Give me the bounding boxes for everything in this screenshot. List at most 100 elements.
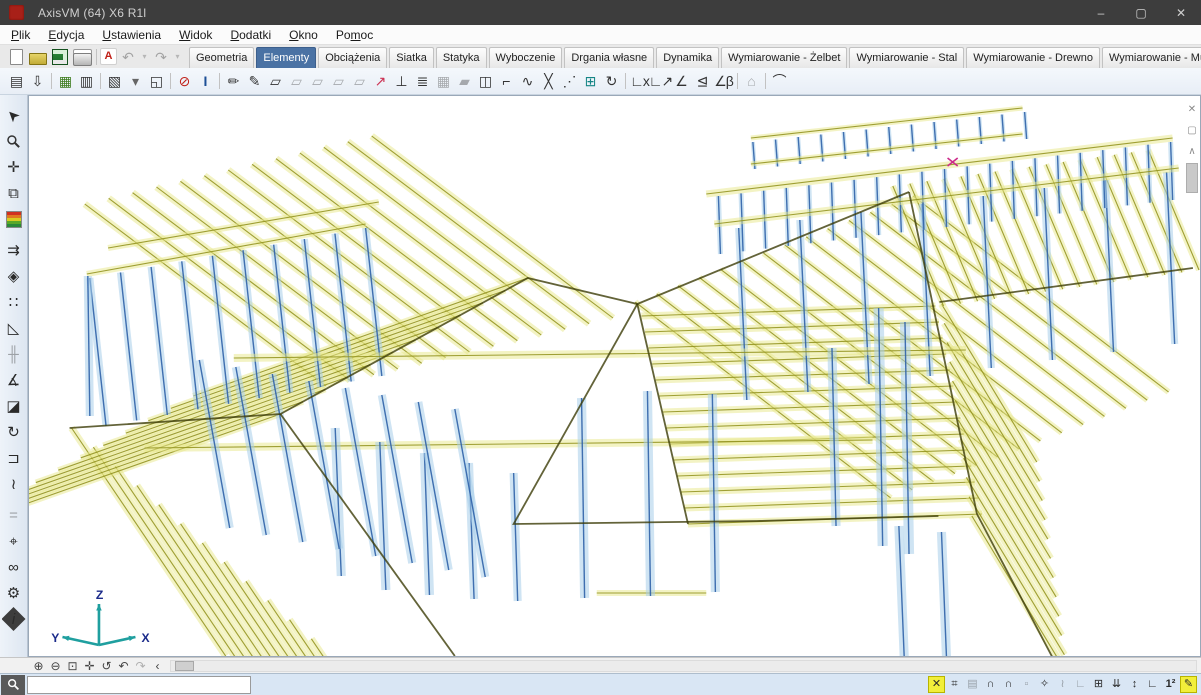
- redo-icon[interactable]: ↷: [150, 47, 172, 67]
- saved-views-icon[interactable]: ◱: [146, 71, 167, 92]
- local-axis-icon[interactable]: ∟: [1144, 676, 1161, 693]
- hscroll-thumb[interactable]: [175, 661, 194, 671]
- path-icon[interactable]: ≀: [2, 472, 26, 496]
- dim-snap-icon[interactable]: ↕: [1126, 676, 1143, 693]
- rib-icon[interactable]: ⌐: [496, 71, 517, 92]
- ucs-rotate-icon[interactable]: ∠: [671, 71, 692, 92]
- menu-edycja[interactable]: Edycja: [39, 25, 93, 44]
- open-folder-icon[interactable]: [27, 47, 49, 67]
- domain-icon[interactable]: ▱: [265, 71, 286, 92]
- gap-icon[interactable]: ╳: [538, 71, 559, 92]
- zoom-fit-icon[interactable]: ⊡: [64, 659, 81, 673]
- roof-truss-icon[interactable]: ⌒: [769, 71, 790, 92]
- tab-wymiarowanie-zelbet[interactable]: Wymiarowanie - Żelbet: [721, 47, 847, 68]
- undo-icon[interactable]: ↶: [117, 47, 139, 67]
- rotate-view-icon[interactable]: ↺: [98, 659, 115, 673]
- tab-wymiarowanie-mur[interactable]: Wymiarowanie - Mur: [1102, 47, 1201, 68]
- tab-wymiarowanie-drewno[interactable]: Wymiarowanie - Drewno: [966, 47, 1100, 68]
- transform-icon[interactable]: ◈: [2, 264, 26, 288]
- building-wizard-icon[interactable]: ⌂: [741, 71, 762, 92]
- redo-caret-icon[interactable]: ▾: [172, 47, 183, 67]
- tab-drgania-wlasne[interactable]: Drgania własne: [564, 47, 654, 68]
- draw-pencil-icon[interactable]: ✏: [223, 71, 244, 92]
- surface-support-icon[interactable]: ▦: [433, 71, 454, 92]
- menu-pomoc[interactable]: Pomoc: [327, 25, 382, 44]
- layer-caret-icon[interactable]: ▾: [125, 71, 146, 92]
- ucs-x-icon[interactable]: ∟x: [629, 71, 650, 92]
- cross-section-icon[interactable]: Ι: [195, 71, 216, 92]
- tab-geometria[interactable]: Geometria: [189, 47, 254, 68]
- report-maker-icon[interactable]: ▥: [76, 71, 97, 92]
- info-icon[interactable]: i: [2, 607, 26, 631]
- domain-union-icon[interactable]: ▱: [328, 71, 349, 92]
- search-input[interactable]: [27, 676, 251, 694]
- edit-plane-icon[interactable]: ◪: [2, 394, 26, 418]
- domain-intersect-icon[interactable]: ▱: [307, 71, 328, 92]
- print-icon[interactable]: [71, 47, 93, 67]
- link-icon[interactable]: ⋰: [559, 71, 580, 92]
- pan-icon[interactable]: ✛: [81, 659, 98, 673]
- tab-obciazenia[interactable]: Obciążenia: [318, 47, 387, 68]
- select-icon[interactable]: ➤: [2, 103, 26, 127]
- collapse-icon[interactable]: ‹: [149, 659, 166, 673]
- arrows-down-icon[interactable]: ⇊: [1108, 676, 1125, 693]
- draw-direct-icon[interactable]: ✎: [244, 71, 265, 92]
- dimension-lines-icon[interactable]: ╫: [2, 342, 26, 366]
- dof-icon[interactable]: ↻: [601, 71, 622, 92]
- new-file-icon[interactable]: [5, 47, 27, 67]
- tab-wymiarowanie-stal[interactable]: Wymiarowanie - Stal: [849, 47, 964, 68]
- viewport-maximize-icon[interactable]: ▢: [1185, 122, 1199, 138]
- extrude-icon[interactable]: ⊐: [2, 446, 26, 470]
- ucs-angle-icon[interactable]: ∠β: [713, 71, 734, 92]
- snap-magnet-icon[interactable]: ∩: [982, 676, 999, 693]
- stories-icon[interactable]: ▤: [6, 71, 27, 92]
- menu-plik[interactable]: Plik: [2, 25, 39, 44]
- box-select-icon[interactable]: ▫: [1018, 676, 1035, 693]
- workplanes-icon[interactable]: ⧉: [2, 181, 26, 205]
- mesh-icon[interactable]: ⊞: [580, 71, 601, 92]
- ucs-move-icon[interactable]: ∟↗: [650, 71, 671, 92]
- viewport-scroll-up-icon[interactable]: ∧: [1185, 143, 1199, 159]
- line-support-icon[interactable]: ≣: [412, 71, 433, 92]
- viewport-canvas[interactable]: ZYX: [29, 96, 1200, 656]
- minimize-button[interactable]: –: [1081, 0, 1121, 25]
- material-icon[interactable]: ⊘: [174, 71, 195, 92]
- horizontal-scrollbar[interactable]: [170, 660, 1197, 672]
- story-level-icon[interactable]: ⇩: [27, 71, 48, 92]
- tab-siatka[interactable]: Siatka: [389, 47, 434, 68]
- menu-dodatki[interactable]: Dodatki: [221, 25, 280, 44]
- axis-snap-icon[interactable]: ∟: [1072, 676, 1089, 693]
- dimension-angle-icon[interactable]: ∡: [2, 368, 26, 392]
- close-button[interactable]: ✕: [1161, 0, 1201, 25]
- find-icon[interactable]: ⌖: [2, 529, 26, 553]
- coord-crosshair-icon[interactable]: ✕: [928, 676, 945, 693]
- rotate-icon[interactable]: ↻: [2, 420, 26, 444]
- undo-view-icon[interactable]: ↶: [115, 659, 132, 673]
- nodal-support-icon[interactable]: ⊥: [391, 71, 412, 92]
- levels-icon[interactable]: =: [2, 503, 26, 527]
- undo-caret-icon[interactable]: ▾: [139, 47, 150, 67]
- redo-view-icon[interactable]: ↷: [132, 659, 149, 673]
- polyline-snap-icon[interactable]: ≀: [1054, 676, 1071, 693]
- tab-dynamika[interactable]: Dynamika: [656, 47, 719, 68]
- zoom-in-icon[interactable]: ⊕: [30, 659, 47, 673]
- settings-wrench-icon[interactable]: ⚙: [2, 581, 26, 605]
- units-squared-icon[interactable]: 1²: [1162, 676, 1179, 693]
- views-icon[interactable]: ✛: [2, 155, 26, 179]
- tab-statyka[interactable]: Statyka: [436, 47, 487, 68]
- zoom-out-icon[interactable]: ⊖: [47, 659, 64, 673]
- viewport-vscroll-thumb[interactable]: [1186, 163, 1198, 193]
- menu-okno[interactable]: Okno: [280, 25, 327, 44]
- translate-icon[interactable]: ⇉: [2, 238, 26, 262]
- array-icon[interactable]: ∷: [2, 290, 26, 314]
- tab-elementy[interactable]: Elementy: [256, 47, 316, 68]
- node-snap-icon[interactable]: ✧: [1036, 676, 1053, 693]
- grid-snap-icon[interactable]: ⌗: [946, 676, 963, 693]
- pdf-icon[interactable]: A: [100, 48, 117, 65]
- pencil-edit-icon[interactable]: ✎: [1180, 676, 1197, 693]
- tab-wyboczenie[interactable]: Wyboczenie: [489, 47, 563, 68]
- model-viewport[interactable]: ZYX ✕ ▢ ∧: [28, 95, 1201, 657]
- spring-icon[interactable]: ∿: [517, 71, 538, 92]
- geometry-tools-icon[interactable]: ◺: [2, 316, 26, 340]
- layer-manager-icon[interactable]: ▧: [104, 71, 125, 92]
